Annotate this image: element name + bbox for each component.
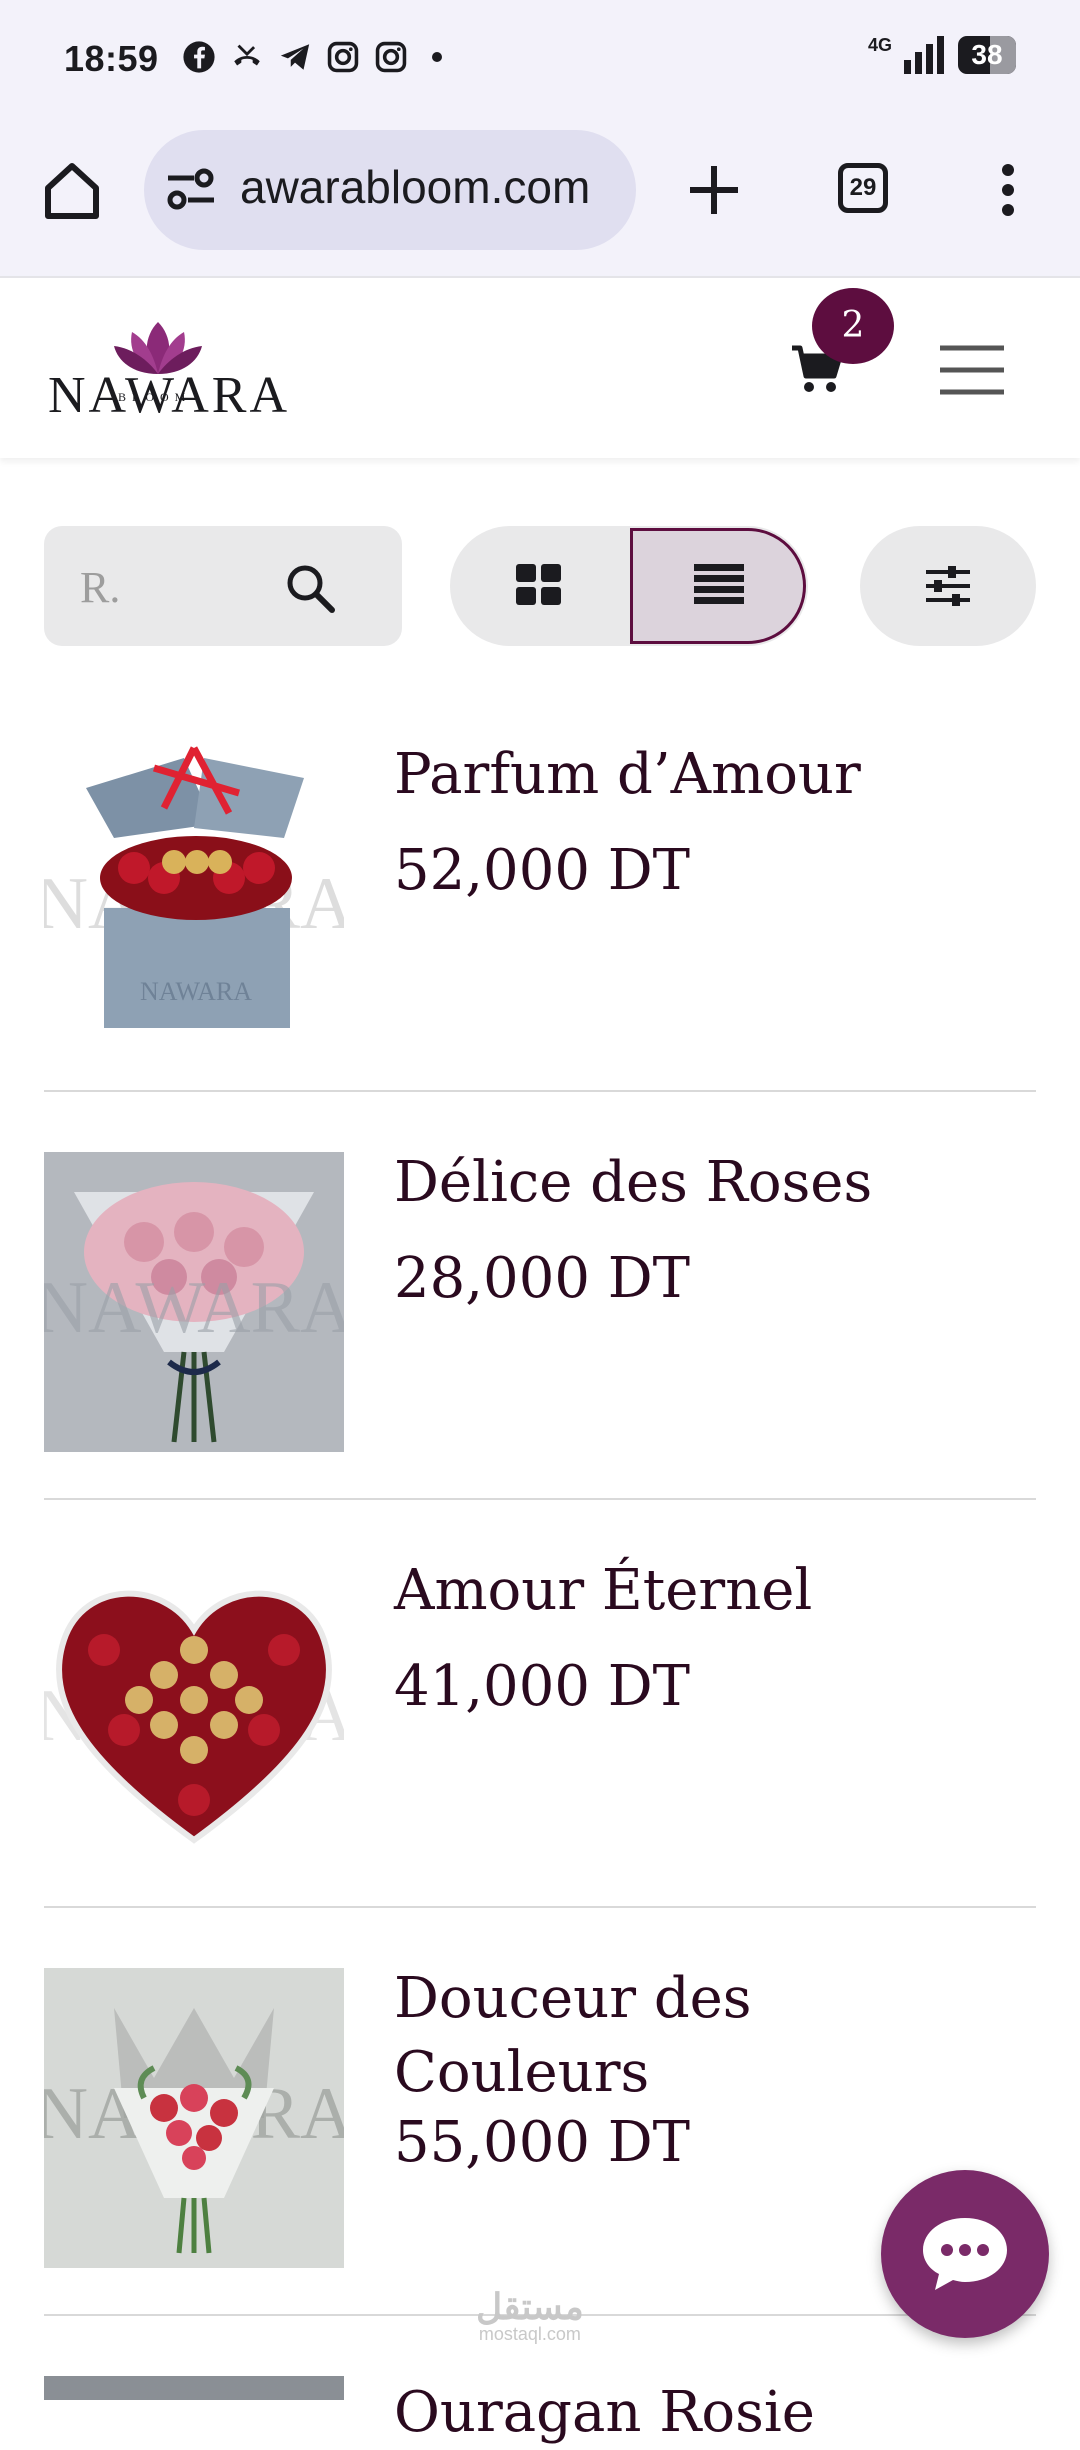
network-type: 4G [867,34,892,55]
divider [44,1498,1036,1500]
product-price: 55,000 DT [394,2110,690,2175]
notification-icons [182,40,442,74]
product-name[interactable]: Parfum d’Amour [394,738,1014,812]
browser-chrome: 18:59 4G 38 awarabloom.com 29 [0,0,1080,276]
chat-button[interactable] [881,2170,1049,2338]
divider [44,1906,1036,1908]
list-view-icon[interactable] [694,564,744,604]
product-image-rose-bouquet[interactable]: NAWARA [44,1968,344,2268]
instagram-icon [375,41,407,73]
svg-text:NAWARA: NAWARA [44,1267,344,1349]
product-image-heart-roses[interactable]: NAWARA [44,1560,344,1860]
facebook-icon [183,41,215,73]
more-notifications-dot [432,52,442,62]
more-options-icon[interactable] [998,162,1018,218]
instagram-icon [327,41,359,73]
missed-call-icon [234,44,260,66]
product-row[interactable]: NAWARA NAWARA Parfum d’Amour 52,000 DT [44,738,1036,1092]
product-price: 28,000 DT [394,1246,690,1311]
search-placeholder: R. [80,563,121,612]
cart-count-badge: 2 [812,288,894,364]
site-settings-icon[interactable] [166,166,216,212]
site-header: NAWARA BLOOM [0,276,1080,458]
system-status: 4G 38 [867,34,1016,74]
product-image-gift-box[interactable]: NAWARA NAWARA [44,738,344,1038]
grid-view-icon[interactable] [516,564,562,606]
filter-sliders-icon[interactable] [926,566,970,606]
product-name[interactable]: Ouragan Rosie [394,2376,1014,2450]
logo-subtext: BLOOM [118,390,192,404]
product-row[interactable]: NAWARA Délice des Roses 28,000 DT [44,1146,1036,1500]
divider [44,1090,1036,1092]
home-icon[interactable] [40,160,104,220]
tab-switcher-button[interactable]: 29 [838,163,888,213]
product-price: 41,000 DT [394,1654,690,1719]
product-row[interactable]: NAWARA Amour Éternel 41,000 DT [44,1554,1036,1908]
battery-indicator: 38 [958,36,1016,74]
url-text[interactable]: awarabloom.com [240,160,590,214]
chat-bubble-icon [923,2218,1007,2290]
telegram-icon [280,44,310,70]
new-tab-icon[interactable] [688,164,740,216]
signal-icon [904,36,944,74]
product-image-pink-bouquet[interactable]: NAWARA [44,1152,344,1452]
menu-icon[interactable] [938,344,1006,396]
product-row[interactable]: Ouragan Rosie [44,2370,1036,2445]
watermark: مستقل mostaql.com [476,2286,584,2344]
product-image-partial[interactable] [44,2376,344,2400]
svg-text:NAWARA: NAWARA [140,977,252,1006]
search-input[interactable]: R. [44,526,402,646]
status-time: 18:59 [64,38,159,79]
search-icon[interactable] [284,562,336,614]
product-price: 52,000 DT [394,838,690,903]
product-name[interactable]: Délice des Roses [394,1146,1014,1220]
product-name[interactable]: Douceur des Couleurs [394,1962,1014,2110]
product-name[interactable]: Amour Éternel [394,1554,1014,1628]
